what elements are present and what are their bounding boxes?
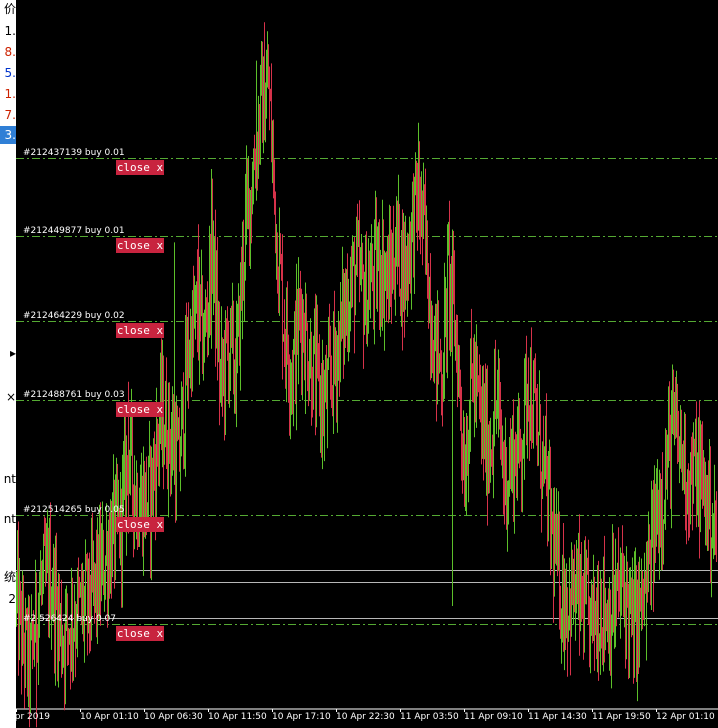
side-panel-item[interactable]: 价: [0, 0, 16, 18]
close-order-button[interactable]: close x: [116, 516, 164, 532]
x-tick-label: 11 Apr 19:50: [592, 712, 651, 722]
close-order-button[interactable]: close x: [116, 322, 164, 338]
close-order-button[interactable]: close x: [116, 625, 164, 641]
side-panel-item[interactable]: 7.: [0, 106, 16, 124]
side-panel-item[interactable]: 8.: [0, 43, 16, 61]
x-tick-label: 10 Apr 11:50: [208, 712, 267, 722]
x-tick-label: 10 Apr 17:10: [272, 712, 331, 722]
order-label: #212514265 buy 0.05: [23, 504, 125, 515]
chart-canvas: [16, 22, 718, 728]
price-chart[interactable]: #212437139 buy 0.01 close x #212449877 buy…: [0, 0, 718, 728]
terminal-side-panel: 价 1. 8. 5. 1. 7. 3. ▸ × nt nt 统 2: [0, 0, 16, 728]
side-panel-item[interactable]: 2: [0, 590, 16, 608]
x-tick-label: 11 Apr 14:30: [528, 712, 587, 722]
side-panel-item[interactable]: 1.: [0, 85, 16, 103]
order-label: #212488761 buy 0.03: [23, 389, 125, 400]
order-label: #2 526424 buy 0.07: [23, 613, 116, 624]
candles: [16, 22, 717, 728]
x-tick-label: 10 Apr 01:10: [80, 712, 139, 722]
x-tick-label: 11 Apr 09:10: [464, 712, 523, 722]
side-panel-item[interactable]: 统: [0, 568, 16, 586]
x-tick-label: 10 Apr 06:30: [144, 712, 203, 722]
order-label: #212437139 buy 0.01: [23, 147, 125, 158]
close-order-button[interactable]: close x: [116, 401, 164, 417]
x-tick-label: 9 Apr 2019: [0, 712, 50, 722]
order-label: #212449877 buy 0.01: [23, 225, 125, 236]
x-tick-label: 12 Apr 01:10: [656, 712, 715, 722]
close-order-button[interactable]: close x: [116, 159, 164, 175]
order-label: #212464229 buy 0.02: [23, 310, 125, 321]
close-order-button[interactable]: close x: [116, 237, 164, 253]
side-panel-item[interactable]: 5.: [0, 64, 16, 82]
side-panel-item[interactable]: 1.: [0, 22, 16, 40]
side-panel-item[interactable]: nt: [0, 470, 16, 488]
side-panel-item[interactable]: ×: [0, 388, 16, 406]
x-tick-label: 11 Apr 03:50: [400, 712, 459, 722]
side-panel-item[interactable]: ▸: [0, 344, 16, 362]
side-panel-item[interactable]: 3.: [0, 126, 16, 144]
x-tick-label: 10 Apr 22:30: [336, 712, 395, 722]
side-panel-item[interactable]: nt: [0, 510, 16, 528]
